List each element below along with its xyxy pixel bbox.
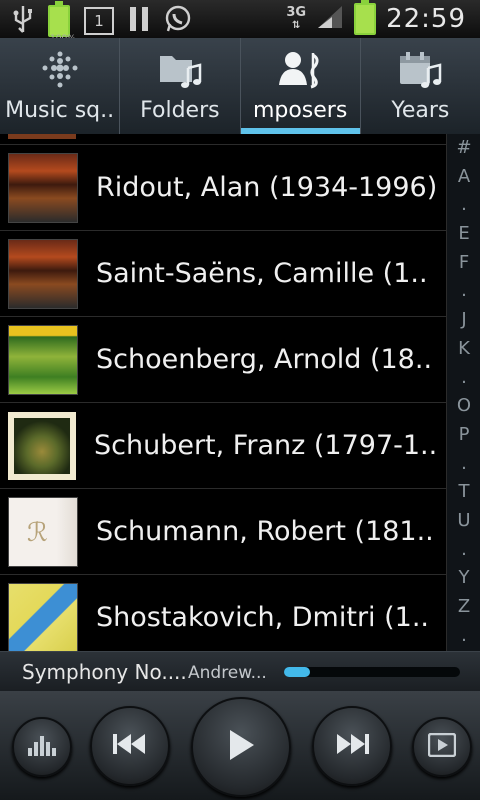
sim-icon: 1 <box>84 7 114 35</box>
composer-name: Shostakovich, Dmitri (1.. <box>96 602 430 633</box>
tab-composers[interactable]: mposers <box>240 38 361 134</box>
battery-icon <box>354 0 377 35</box>
next-button[interactable] <box>312 706 392 786</box>
clock: 22:59 <box>386 4 466 34</box>
list-item[interactable]: Schubert, Franz (1797-1.. <box>0 403 446 489</box>
usb-icon <box>12 4 34 38</box>
folder-music-icon <box>158 50 202 90</box>
composer-name: Schubert, Franz (1797-1.. <box>94 430 438 461</box>
album-art <box>8 582 78 651</box>
index-letter[interactable]: U <box>447 507 480 536</box>
sim-label: 1 <box>94 12 104 30</box>
tab-label: Folders <box>140 98 220 123</box>
tab-music-square[interactable]: Music sq.. <box>0 38 121 134</box>
now-playing-bar[interactable]: Symphony No.... Andrew... <box>0 651 480 692</box>
album-art-initial-icon: ℛ <box>27 517 48 548</box>
index-letter[interactable]: . <box>447 536 480 565</box>
list-item[interactable]: Saint-Saëns, Camille (1.. <box>0 231 446 317</box>
album-art-partial <box>8 134 76 139</box>
index-letter[interactable]: E <box>447 220 480 249</box>
index-letter[interactable]: # <box>447 134 480 163</box>
album-art: ℛ <box>8 496 78 567</box>
previous-button[interactable] <box>90 706 170 786</box>
playback-progress-fill <box>284 667 311 677</box>
whatsapp-icon <box>164 5 192 37</box>
album-art <box>8 411 76 480</box>
pause-notification-icon <box>128 6 150 36</box>
album-art <box>8 238 78 309</box>
index-letter[interactable]: . <box>447 450 480 479</box>
composer-icon <box>277 50 323 90</box>
tab-folders[interactable]: Folders <box>120 38 241 134</box>
index-letter[interactable]: . <box>447 364 480 393</box>
network-type: 3G ⇅ <box>286 4 307 31</box>
index-letter[interactable]: F <box>447 249 480 278</box>
list-item[interactable]: Ridout, Alan (1934-1996) <box>0 145 446 231</box>
index-letter[interactable]: P <box>447 421 480 450</box>
now-playing-artist: Andrew... <box>188 663 267 683</box>
signal-icon <box>316 4 344 34</box>
composer-name: Schumann, Robert (181.. <box>96 516 434 547</box>
tab-label: Years <box>391 98 450 123</box>
play-button[interactable] <box>191 697 291 797</box>
index-letter[interactable]: Y <box>447 564 480 593</box>
now-playing-screen-button[interactable] <box>412 717 472 777</box>
index-letter[interactable]: . <box>447 277 480 306</box>
tab-years[interactable]: Years <box>361 38 480 134</box>
index-letter[interactable]: J <box>447 306 480 335</box>
tab-label: mposers <box>252 98 348 123</box>
index-letter[interactable]: . <box>447 191 480 220</box>
play-icon <box>226 728 256 766</box>
playback-progress-bar[interactable] <box>284 667 460 677</box>
now-playing-title: Symphony No.... <box>22 660 187 684</box>
index-letter[interactable]: O <box>447 392 480 421</box>
index-letter[interactable]: Z <box>447 593 480 622</box>
battery-full-icon: 100% <box>48 1 76 44</box>
previous-icon <box>113 732 147 760</box>
composer-name: Schoenberg, Arnold (18.. <box>96 344 433 375</box>
list-item[interactable]: ℛ Schumann, Robert (181.. <box>0 489 446 575</box>
alphabet-index-bar[interactable]: # A. E F. J K. O P. T U. Y Z. <box>446 134 480 651</box>
equalizer-icon <box>27 732 57 762</box>
music-square-icon <box>40 50 80 90</box>
composer-name: Ridout, Alan (1934-1996) <box>96 172 438 203</box>
composer-list[interactable]: Ridout, Alan (1934-1996) Saint-Saëns, Ca… <box>0 134 446 651</box>
list-item[interactable]: Shostakovich, Dmitri (1.. <box>0 575 446 651</box>
library-tabs: Music sq.. Folders mposers Years <box>0 38 480 135</box>
list-item[interactable]: Schoenberg, Arnold (18.. <box>0 317 446 403</box>
now-playing-screen-icon <box>427 732 457 761</box>
equalizer-button[interactable] <box>12 717 72 777</box>
next-icon <box>335 732 369 760</box>
status-bar: 100% 1 3G⇅ 22:59 <box>0 0 480 44</box>
index-letter[interactable]: K <box>447 335 480 364</box>
album-art <box>8 152 78 223</box>
index-letter[interactable]: T <box>447 478 480 507</box>
player-controls <box>0 691 480 800</box>
calendar-music-icon <box>398 50 442 90</box>
composer-name: Saint-Saëns, Camille (1.. <box>96 258 428 289</box>
index-letter[interactable]: A <box>447 163 480 192</box>
list-partial-row <box>0 134 446 145</box>
tab-label: Music sq.. <box>5 98 115 123</box>
index-letter[interactable]: . <box>447 622 480 651</box>
album-art <box>8 324 78 395</box>
